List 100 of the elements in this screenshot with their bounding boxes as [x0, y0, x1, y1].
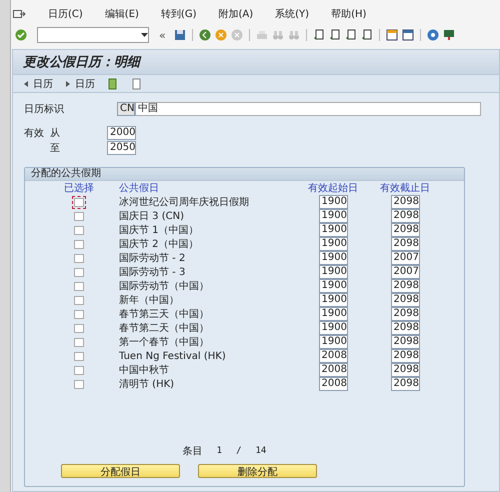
menu-item[interactable]: 帮助(H)	[331, 7, 366, 21]
start-year-field[interactable]: 2008	[318, 349, 348, 363]
previous-page-icon[interactable]	[328, 29, 341, 41]
start-year-field[interactable]: 1900	[318, 265, 348, 279]
column-header: 已选择	[64, 182, 94, 195]
field-label: 从	[50, 126, 61, 140]
field-label: 有效	[24, 126, 45, 140]
next-page-icon[interactable]	[344, 29, 357, 41]
end-year-field[interactable]: 2007	[390, 265, 420, 279]
holiday-name: 国际劳动节（中国）	[119, 280, 210, 293]
start-year-field[interactable]: 2008	[318, 363, 348, 377]
field-label: 日历标识	[24, 102, 65, 116]
end-year-field[interactable]: 2098	[390, 335, 420, 349]
checkbox[interactable]	[74, 226, 84, 234]
holiday-name: 第一个春节（中国）	[119, 336, 210, 349]
dropdown-caret-icon	[141, 32, 148, 38]
entry-separator: /	[236, 446, 242, 456]
start-year-field[interactable]: 1900	[318, 223, 348, 237]
help-icon[interactable]	[426, 29, 439, 41]
holiday-name: 清明节 (HK)	[119, 378, 176, 391]
end-year-field[interactable]: 2098	[390, 279, 420, 293]
end-year-field[interactable]: 2098	[390, 321, 420, 335]
end-year-field[interactable]: 2098	[390, 209, 420, 223]
checkbox[interactable]	[74, 338, 84, 346]
end-year-field[interactable]: 2098	[390, 307, 420, 321]
start-year-field[interactable]: 1900	[318, 293, 348, 307]
entry-label: 条目	[182, 445, 203, 458]
checkmark-icon[interactable]	[15, 29, 27, 41]
end-year-field[interactable]: 2098	[390, 293, 420, 307]
holiday-name: 春节第三天（中国）	[119, 308, 210, 321]
menu-item[interactable]: 附加(A)	[218, 7, 254, 21]
entry-current: 1	[216, 446, 222, 456]
checkbox[interactable]	[74, 324, 84, 332]
screen-title: 更改公假日历：明细	[23, 54, 140, 71]
menu-item[interactable]: 系统(Y)	[275, 7, 310, 21]
end-year-field[interactable]: 2098	[390, 363, 420, 377]
end-year-field[interactable]: 2098	[390, 223, 420, 237]
start-year-field[interactable]: 2008	[318, 377, 348, 391]
delete-assignment-button[interactable]: 删除分配	[198, 464, 317, 478]
menu-icon[interactable]	[13, 9, 26, 19]
binoculars-icon[interactable]	[272, 29, 284, 41]
column-header: 有效起始日	[308, 182, 358, 195]
column-header: 公共假日	[119, 182, 159, 195]
menu-item[interactable]: 编辑(E)	[104, 7, 139, 21]
holiday-name: 冰河世纪公司周年庆祝日假期	[119, 196, 250, 209]
entry-total: 14	[256, 446, 266, 456]
checkbox[interactable]	[74, 240, 84, 248]
holiday-name: 国际劳动节 - 2	[119, 252, 186, 265]
country-code-field: CN	[117, 102, 135, 116]
next-calendar-button[interactable]: 日历	[65, 76, 95, 90]
monitor-icon[interactable]	[442, 29, 455, 41]
start-year-field[interactable]: 1900	[318, 195, 348, 209]
checkbox[interactable]	[74, 380, 84, 388]
document-icon[interactable]	[107, 78, 119, 90]
window-icon[interactable]	[386, 29, 398, 41]
checkbox[interactable]	[74, 366, 84, 374]
end-year-field[interactable]: 2007	[390, 251, 420, 265]
start-year-field[interactable]: 1900	[318, 237, 348, 251]
menu-item[interactable]: 转到(G)	[160, 7, 196, 21]
end-year-field[interactable]: 2098	[390, 195, 420, 209]
window-icon[interactable]	[402, 29, 414, 41]
checkbox[interactable]	[74, 352, 84, 360]
assign-holiday-button[interactable]: 分配假日	[61, 464, 180, 478]
holiday-name: 新年（中国）	[119, 294, 180, 307]
checkbox[interactable]	[74, 212, 84, 220]
checkbox[interactable]	[74, 296, 84, 304]
end-year-field[interactable]: 2098	[390, 349, 420, 363]
start-year-field[interactable]: 1900	[318, 335, 348, 349]
holiday-name: 国庆节 2（中国）	[119, 238, 200, 251]
checkbox[interactable]	[74, 282, 84, 290]
start-year-field[interactable]: 1900	[318, 279, 348, 293]
document-icon[interactable]	[131, 78, 143, 90]
left-triangle-icon	[23, 80, 29, 88]
end-year-field[interactable]: 2098	[390, 237, 420, 251]
checkbox[interactable]	[74, 254, 84, 262]
start-year-field[interactable]: 1900	[318, 321, 348, 335]
holiday-name: Tuen Ng Festival (HK)	[119, 350, 227, 362]
valid-to-field[interactable]: 2050	[107, 140, 136, 154]
start-year-field[interactable]: 1900	[318, 307, 348, 321]
holiday-name: 国庆节 1（中国）	[119, 224, 200, 237]
exit-icon[interactable]	[214, 29, 227, 41]
save-icon[interactable]	[174, 29, 186, 41]
holiday-name: 国庆日 3 (CN)	[119, 210, 185, 223]
start-year-field[interactable]: 1900	[318, 209, 348, 223]
first-page-icon[interactable]	[312, 29, 325, 41]
cancel-icon[interactable]	[230, 29, 243, 41]
calendar-name-field: 中国	[135, 102, 481, 116]
previous-calendar-button[interactable]: 日历	[23, 76, 53, 90]
collapse-toggle[interactable]: «	[159, 28, 166, 42]
start-year-field[interactable]: 1900	[318, 251, 348, 265]
end-year-field[interactable]: 2098	[390, 377, 420, 391]
menu-item[interactable]: 日历(C)	[48, 7, 83, 21]
checkbox[interactable]	[74, 268, 84, 276]
checkbox[interactable]	[74, 310, 84, 318]
last-page-icon[interactable]	[360, 29, 373, 41]
back-icon[interactable]	[198, 29, 211, 41]
holiday-name: 中国中秋节	[119, 364, 170, 377]
print-icon[interactable]	[256, 29, 268, 41]
command-field[interactable]	[37, 27, 149, 43]
valid-from-field[interactable]: 2000	[107, 126, 136, 140]
